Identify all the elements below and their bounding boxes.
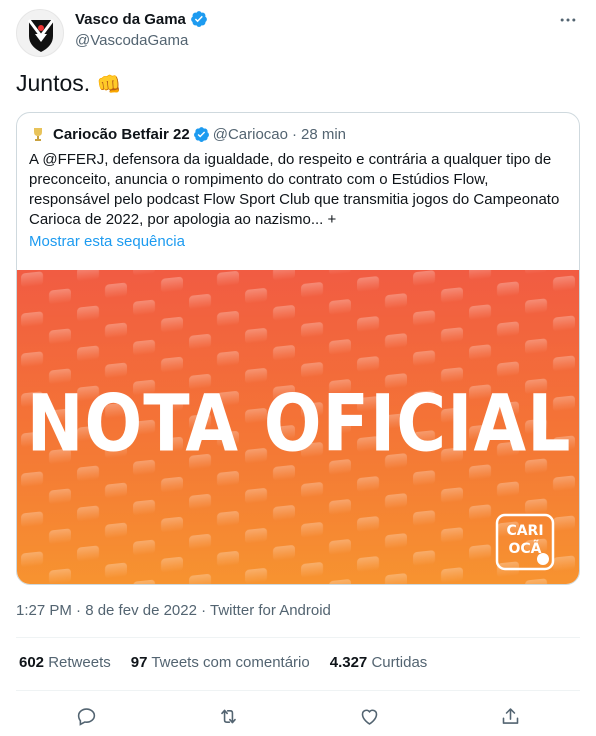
author-handle[interactable]: @VascodaGama <box>75 32 188 49</box>
show-thread-link[interactable]: Mostrar esta sequência <box>29 233 185 250</box>
quoted-handle: @Cariocao <box>212 125 288 143</box>
vasco-crest-icon <box>27 19 55 52</box>
reply-icon[interactable] <box>71 701 101 731</box>
action-bar <box>0 701 596 731</box>
retweets-stat[interactable]: 602 Retweets <box>19 654 111 671</box>
likes-count: 4.327 <box>329 654 368 671</box>
quoted-verified-icon <box>193 126 209 142</box>
quoted-tweet[interactable]: Cariocão Betfair 22 @Cariocao · 28 min A… <box>16 112 580 585</box>
quote-tweets-stat[interactable]: 97 Tweets com comentário <box>131 654 310 671</box>
svg-text:CARI: CARI <box>506 523 543 539</box>
quoted-separator: · <box>292 125 297 143</box>
quote-tweets-count: 97 <box>130 654 148 671</box>
retweet-icon[interactable] <box>213 701 243 731</box>
fist-emoji-icon: 👊 <box>96 74 122 96</box>
verified-icon <box>191 11 207 27</box>
divider-bottom <box>16 690 580 691</box>
quoted-header: Cariocão Betfair 22 @Cariocao · 28 min <box>29 125 346 143</box>
author-avatar[interactable] <box>16 9 64 57</box>
quoted-time: 28 min <box>301 125 347 143</box>
tweet-body: Juntos. <box>16 70 91 96</box>
retweets-count: 602 <box>19 654 45 671</box>
quoted-media-image[interactable]: NOTA OFICIAL CARI OCÃ <box>17 270 579 584</box>
svg-text:OCÃ: OCÃ <box>508 540 541 557</box>
quoted-avatar-trophy-icon <box>29 125 47 143</box>
quoted-body: A @FFERJ, defensora da igualdade, do res… <box>29 151 560 228</box>
likes-stat[interactable]: 4.327 Curtidas <box>330 654 428 671</box>
more-icon[interactable] <box>556 8 580 32</box>
quote-tweets-label: Tweets com comentário <box>151 654 310 671</box>
like-icon[interactable] <box>354 701 384 731</box>
tweet-timestamp[interactable]: 1:27 PM · 8 de fev de 2022 · Twitter for… <box>16 602 331 619</box>
author-display-name[interactable]: Vasco da Gama <box>75 11 186 28</box>
tweet-text: Juntos. 👊 <box>16 70 121 97</box>
author-name-row: Vasco da Gama <box>75 10 208 28</box>
tweet-header: Vasco da Gama @VascodaGama <box>0 0 596 64</box>
media-headline: NOTA OFICIAL <box>26 379 572 470</box>
quoted-display-name: Cariocão Betfair 22 <box>53 125 190 143</box>
likes-label: Curtidas <box>371 654 428 671</box>
retweets-label: Retweets <box>48 654 111 671</box>
share-icon[interactable] <box>495 701 525 731</box>
cariocao-logo-icon: CARI OCÃ <box>495 513 555 571</box>
divider-top <box>16 637 580 638</box>
tweet-stats: 602 Retweets 97 Tweets com comentário 4.… <box>19 654 447 671</box>
